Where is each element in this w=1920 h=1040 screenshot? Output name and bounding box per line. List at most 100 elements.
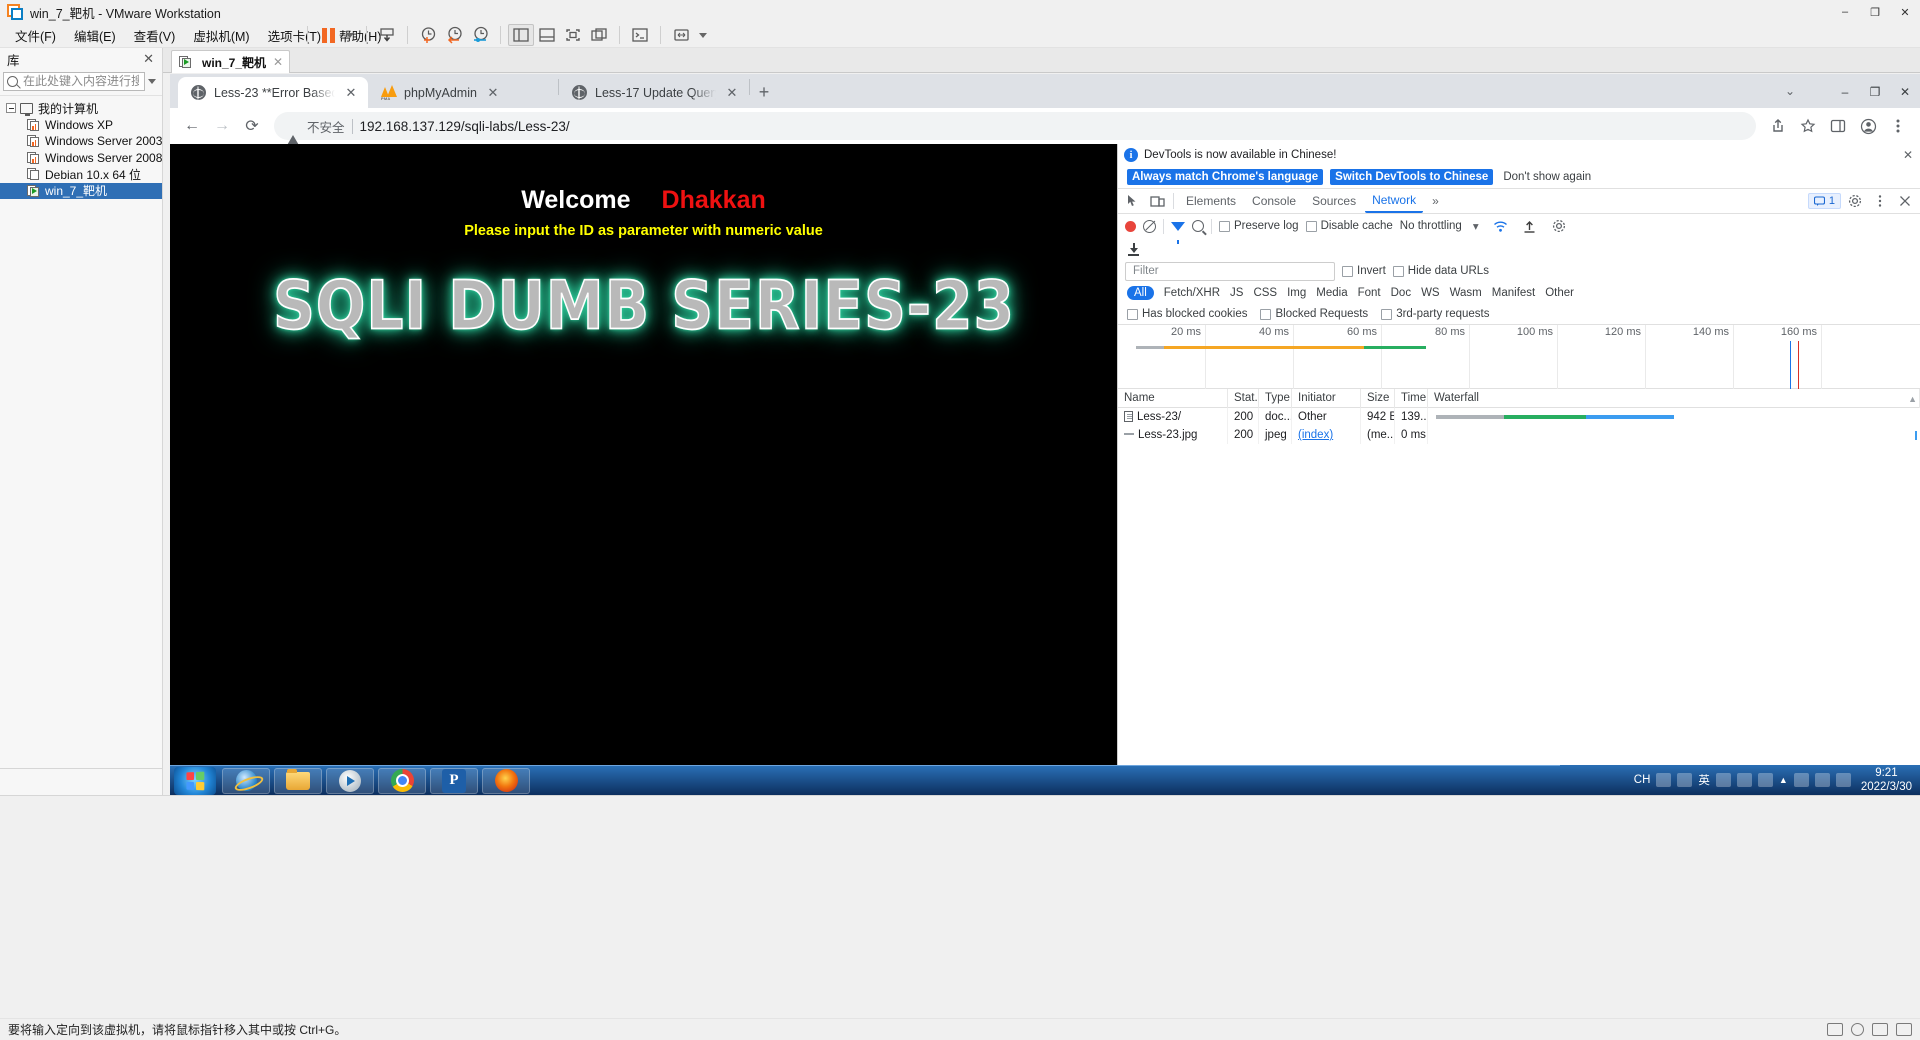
record-icon[interactable] bbox=[1125, 220, 1136, 232]
network-request-list[interactable]: Less-23/ 200 doc... Other 942 B 139... L… bbox=[1118, 408, 1920, 775]
help-icon[interactable] bbox=[1757, 773, 1773, 787]
reload-button[interactable]: ⟳ bbox=[238, 112, 266, 140]
lang-icon[interactable]: 英 bbox=[1698, 772, 1710, 788]
volume-icon[interactable] bbox=[1793, 773, 1809, 787]
browser-tab-close-icon[interactable]: ✕ bbox=[485, 85, 501, 101]
library-item-win7-target[interactable]: win_7_靶机 bbox=[0, 182, 162, 199]
browser-tab-less17[interactable]: Less-17 Update Query- Error b ✕ bbox=[559, 77, 749, 108]
tool-icon[interactable] bbox=[1715, 773, 1731, 787]
column-header-size[interactable]: Size bbox=[1361, 388, 1395, 408]
type-filter-doc[interactable]: Doc bbox=[1391, 287, 1411, 299]
profile-avatar-icon[interactable] bbox=[1854, 112, 1882, 140]
file-explorer-icon[interactable] bbox=[274, 767, 322, 794]
forward-button[interactable]: → bbox=[208, 112, 236, 140]
always-match-language-button[interactable]: Always match Chrome's language bbox=[1127, 169, 1324, 185]
type-filter-manifest[interactable]: Manifest bbox=[1492, 287, 1535, 299]
column-header-type[interactable]: Type bbox=[1259, 388, 1292, 408]
type-filter-all[interactable]: All bbox=[1127, 286, 1154, 300]
menu-edit[interactable]: 编辑(E) bbox=[65, 23, 125, 48]
menu-file[interactable]: 文件(F) bbox=[6, 23, 65, 48]
network-filter-input[interactable] bbox=[1131, 264, 1329, 278]
column-header-initiator[interactable]: Initiator bbox=[1292, 388, 1361, 408]
clock-widget[interactable]: 9:21 2022/3/30 bbox=[1857, 766, 1912, 795]
tree-expander-icon[interactable] bbox=[6, 103, 16, 114]
clear-icon[interactable] bbox=[1143, 219, 1156, 233]
browser-tab-phpmyadmin[interactable]: PMA phpMyAdmin ✕ bbox=[368, 77, 558, 108]
type-filter-font[interactable]: Font bbox=[1358, 287, 1381, 299]
new-tab-button[interactable]: + bbox=[750, 78, 778, 106]
library-item-my-computer[interactable]: 我的计算机 bbox=[0, 100, 162, 117]
library-close-icon[interactable]: ✕ bbox=[139, 51, 158, 67]
type-filter-ws[interactable]: WS bbox=[1421, 287, 1440, 299]
browser-tab-less23[interactable]: Less-23 **Error Based- no com ✕ bbox=[178, 77, 368, 108]
chrome-maximize-button[interactable]: ❐ bbox=[1860, 77, 1890, 107]
chrome-close-button[interactable]: ✕ bbox=[1890, 77, 1920, 107]
network-overview-timeline[interactable]: 20 ms 40 ms 60 ms 80 ms 100 ms 120 ms 14… bbox=[1118, 325, 1920, 389]
library-item-windows-xp[interactable]: Windows XP bbox=[0, 117, 162, 134]
cd-drive-icon[interactable] bbox=[1851, 1023, 1864, 1036]
chevron-up-icon[interactable]: ▲ bbox=[1779, 775, 1788, 785]
table-row[interactable]: Less-23.jpg 200 jpeg (index) (me... 0 ms bbox=[1118, 426, 1920, 444]
preserve-log-checkbox[interactable]: Preserve log bbox=[1219, 220, 1299, 232]
internet-explorer-icon[interactable] bbox=[222, 767, 270, 794]
maximize-button[interactable]: ❐ bbox=[1860, 0, 1890, 24]
action-center-icon[interactable] bbox=[1835, 773, 1851, 787]
dropdown-caret-icon[interactable] bbox=[341, 24, 359, 46]
address-bar[interactable]: 不安全 192.168.137.129/sqli-labs/Less-23/ bbox=[274, 112, 1756, 147]
table-row[interactable]: Less-23/ 200 doc... Other 942 B 139... bbox=[1118, 408, 1920, 426]
switch-to-chinese-button[interactable]: Switch DevTools to Chinese bbox=[1330, 169, 1494, 185]
tab-sources[interactable]: Sources bbox=[1305, 191, 1363, 211]
network-conditions-icon[interactable] bbox=[1490, 215, 1512, 237]
snapshot-manager-icon[interactable] bbox=[467, 24, 493, 46]
notice-close-icon[interactable]: ✕ bbox=[1903, 148, 1913, 162]
invert-checkbox[interactable]: Invert bbox=[1342, 265, 1386, 277]
tab-search-caret-icon[interactable]: ⌄ bbox=[1778, 80, 1802, 102]
column-header-name[interactable]: Name bbox=[1118, 388, 1228, 408]
browser-tab-close-icon[interactable]: ✕ bbox=[343, 85, 359, 101]
waterfall-sort-icon[interactable]: ▲ bbox=[1908, 390, 1917, 408]
request-initiator-link[interactable]: (index) bbox=[1298, 429, 1333, 441]
type-filter-media[interactable]: Media bbox=[1316, 287, 1347, 299]
hard-disk-icon[interactable] bbox=[1827, 1023, 1843, 1036]
hide-data-urls-checkbox[interactable]: Hide data URLs bbox=[1392, 265, 1489, 277]
stretch-caret-icon[interactable] bbox=[694, 24, 712, 46]
dont-show-again-button[interactable]: Don't show again bbox=[1500, 169, 1594, 185]
toggle-device-toolbar-icon[interactable] bbox=[1146, 190, 1168, 212]
tab-console[interactable]: Console bbox=[1245, 191, 1303, 211]
export-har-icon[interactable] bbox=[1127, 242, 1140, 256]
unity-mode-icon[interactable] bbox=[586, 24, 612, 46]
has-blocked-cookies-checkbox[interactable]: Has blocked cookies bbox=[1127, 308, 1247, 320]
column-header-waterfall[interactable]: Waterfall ▲ bbox=[1428, 388, 1920, 408]
side-panel-icon[interactable] bbox=[1824, 112, 1852, 140]
fullscreen-icon[interactable] bbox=[560, 24, 586, 46]
search-filter-caret-icon[interactable] bbox=[145, 78, 159, 84]
type-filter-wasm[interactable]: Wasm bbox=[1450, 287, 1482, 299]
column-header-status[interactable]: Stat.. bbox=[1228, 388, 1259, 408]
disable-cache-checkbox[interactable]: Disable cache bbox=[1305, 220, 1393, 232]
browser-tab-close-icon[interactable]: ✕ bbox=[724, 85, 740, 101]
bookmark-star-icon[interactable] bbox=[1794, 112, 1822, 140]
throttling-select[interactable]: No throttling bbox=[1400, 220, 1462, 232]
request-initiator[interactable]: (index) bbox=[1292, 426, 1361, 444]
kebab-menu-icon[interactable] bbox=[1869, 190, 1891, 212]
search-icon[interactable] bbox=[1192, 220, 1204, 232]
vm-tab-close-icon[interactable]: ✕ bbox=[271, 55, 285, 69]
close-icon[interactable] bbox=[1894, 190, 1916, 212]
type-filter-css[interactable]: CSS bbox=[1253, 287, 1277, 299]
pause-icon[interactable] bbox=[315, 24, 341, 46]
tab-network[interactable]: Network bbox=[1365, 190, 1424, 213]
show-thumbnail-bar-icon[interactable] bbox=[534, 24, 560, 46]
column-header-time[interactable]: Time bbox=[1395, 388, 1428, 408]
tab-elements[interactable]: Elements bbox=[1179, 191, 1243, 211]
type-filter-img[interactable]: Img bbox=[1287, 287, 1306, 299]
back-button[interactable]: ← bbox=[178, 112, 206, 140]
ime-indicator[interactable]: CH bbox=[1634, 774, 1651, 786]
media-player-icon[interactable] bbox=[326, 767, 374, 794]
type-filter-js[interactable]: JS bbox=[1230, 287, 1243, 299]
send-ctrl-alt-del-icon[interactable] bbox=[374, 24, 400, 46]
show-library-icon[interactable] bbox=[508, 24, 534, 46]
library-search-box[interactable] bbox=[3, 71, 145, 91]
console-view-icon[interactable] bbox=[627, 24, 653, 46]
library-item-debian[interactable]: Debian 10.x 64 位 bbox=[0, 166, 162, 183]
network-adapter-icon[interactable] bbox=[1872, 1023, 1888, 1036]
